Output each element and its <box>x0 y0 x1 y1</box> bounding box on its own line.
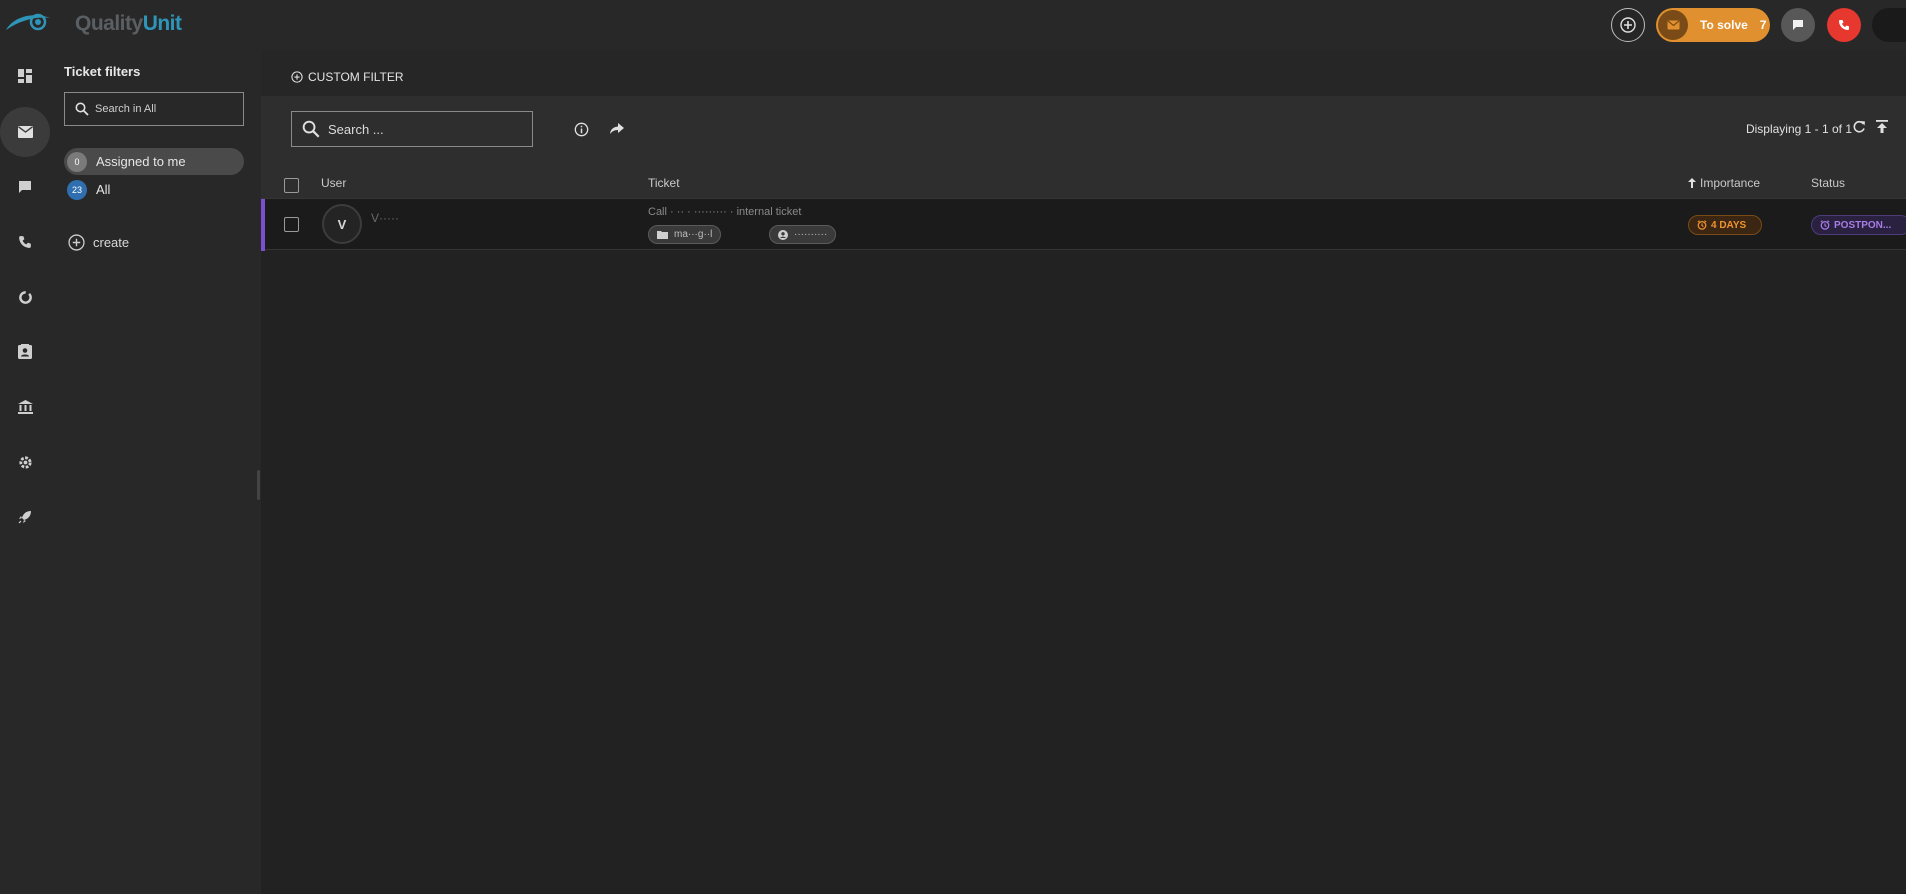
folder-icon <box>657 231 668 239</box>
nav-calls[interactable] <box>0 217 50 267</box>
contacts-icon <box>18 344 32 359</box>
envelope-icon <box>1658 10 1688 40</box>
info-icon <box>574 122 588 136</box>
user-name: V····· <box>371 211 399 225</box>
importance-badge: 4 DAYS <box>1688 215 1762 235</box>
call-button[interactable] <box>1827 8 1861 42</box>
forward-icon <box>610 123 624 134</box>
filter-count-badge: 23 <box>67 179 87 200</box>
column-header-importance[interactable]: Importance <box>1688 176 1760 190</box>
user-avatar[interactable] <box>1872 8 1906 42</box>
bank-icon <box>17 400 33 414</box>
scroll-top-button[interactable] <box>1876 120 1888 139</box>
nav-dashboard[interactable] <box>0 51 50 101</box>
custom-filter-label: CUSTOM FILTER <box>308 70 404 84</box>
filter-item-label: All <box>96 182 111 197</box>
phone-icon <box>1839 20 1849 30</box>
plus-icon <box>1620 17 1636 33</box>
ticket-subject[interactable]: Call · ·· · ········· · internal ticket <box>648 206 801 218</box>
nav-chats[interactable] <box>0 162 50 212</box>
sort-ascending-icon <box>1688 178 1696 188</box>
main-nav <box>0 50 50 894</box>
ticket-agent-tag: ·········· <box>769 225 837 244</box>
custom-filter-button[interactable]: CUSTOM FILTER <box>291 70 404 84</box>
nav-contacts[interactable] <box>0 327 50 377</box>
to-solve-label: To solve <box>1700 18 1748 32</box>
search-icon <box>75 102 89 116</box>
column-header-user[interactable]: User <box>321 176 346 190</box>
filter-item-label: Assigned to me <box>96 154 186 169</box>
create-filter-button[interactable]: create <box>68 234 129 251</box>
table-row[interactable]: V V····· Call · ·· · ········· · interna… <box>261 198 1906 251</box>
nav-companies[interactable] <box>0 382 50 432</box>
chat-icon <box>1793 20 1803 30</box>
top-bar: QualityUnit To solve 7 <box>0 0 1906 50</box>
add-button[interactable] <box>1611 8 1645 42</box>
filter-item-all[interactable]: 23 All <box>64 176 244 203</box>
column-header-ticket[interactable]: Ticket <box>648 176 680 190</box>
ticket-list-area: CUSTOM FILTER Displaying 1 - 1 of 1 User… <box>261 50 1906 894</box>
panel-resize-handle[interactable] <box>257 470 260 500</box>
nav-reports[interactable] <box>0 272 50 322</box>
select-all-checkbox[interactable] <box>284 178 299 193</box>
refresh-icon <box>1853 120 1865 133</box>
chat-icon <box>19 181 31 193</box>
add-circle-icon <box>68 234 85 251</box>
filter-item-assigned-to-me[interactable]: 0 Assigned to me <box>64 148 244 175</box>
search-icon <box>302 120 320 138</box>
to-solve-count: 7 <box>1759 18 1767 32</box>
alarm-icon <box>1820 220 1830 230</box>
account-circle-icon <box>778 229 788 240</box>
filters-search-input[interactable] <box>95 103 235 115</box>
ticket-department-tag: ma···g··l <box>648 225 722 244</box>
search-toolbar: Displaying 1 - 1 of 1 User Ticket Import… <box>261 96 1906 210</box>
donut-chart-icon <box>18 290 32 304</box>
nav-settings[interactable] <box>0 437 50 487</box>
create-filter-label: create <box>93 235 130 250</box>
forward-button[interactable] <box>608 120 626 138</box>
chat-button[interactable] <box>1781 8 1815 42</box>
filter-toolbar: CUSTOM FILTER <box>261 50 1906 96</box>
row-priority-stripe <box>261 199 265 251</box>
filters-search-box[interactable] <box>64 92 244 126</box>
ticket-search-input[interactable] <box>328 121 518 137</box>
scroll-to-top-icon <box>1876 120 1888 133</box>
user-avatar: V <box>322 204 362 244</box>
mail-icon <box>17 126 33 138</box>
search-info-button[interactable] <box>572 120 590 138</box>
column-header-status[interactable]: Status <box>1811 176 1845 190</box>
nav-launch[interactable] <box>0 492 50 542</box>
row-checkbox[interactable] <box>284 217 299 232</box>
filter-count-badge: 0 <box>67 151 87 172</box>
ticket-search-box[interactable] <box>291 111 533 147</box>
pagination-status: Displaying 1 - 1 of 1 <box>1745 122 1852 136</box>
filters-title: Ticket filters <box>64 64 141 79</box>
gear-icon <box>18 455 32 469</box>
status-badge: POSTPON... <box>1811 215 1906 235</box>
refresh-button[interactable] <box>1852 120 1866 139</box>
alarm-icon <box>1697 220 1707 230</box>
add-circle-icon <box>291 71 303 83</box>
nav-tickets[interactable] <box>0 107 50 157</box>
ticket-filters-panel: Ticket filters 0 Assigned to me 23 All c… <box>50 50 261 894</box>
rocket-icon <box>18 511 31 524</box>
phone-icon <box>19 236 31 248</box>
to-solve-button[interactable]: To solve 7 <box>1656 8 1770 42</box>
dashboard-icon <box>18 69 32 83</box>
table-header: User Ticket Importance Status <box>261 166 1906 198</box>
